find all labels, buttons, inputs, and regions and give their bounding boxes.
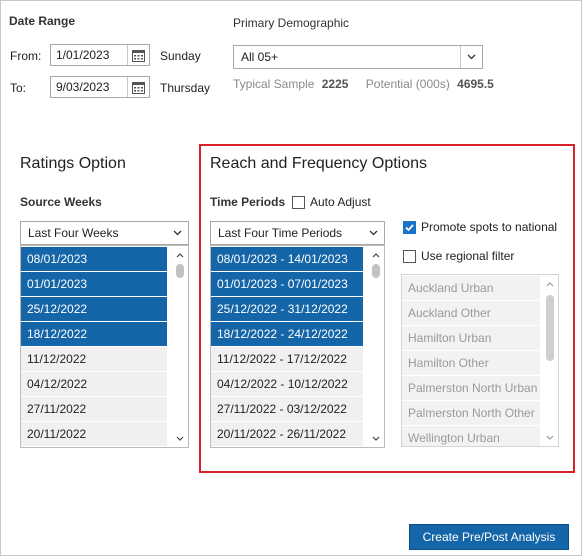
- sample-info: Typical Sample 2225 Potential (000s) 469…: [233, 77, 494, 91]
- time-periods-label: Time Periods: [210, 195, 286, 209]
- chevron-down-icon[interactable]: [460, 46, 482, 68]
- regional-filter-label: Use regional filter: [421, 249, 515, 263]
- period-list-item[interactable]: 20/11/2022 - 26/11/2022: [211, 422, 363, 446]
- region-list-item: Auckland Other: [402, 301, 540, 325]
- region-list-item: Palmerston North Urban: [402, 376, 540, 400]
- period-list-item[interactable]: 04/12/2022 - 10/12/2022: [211, 372, 363, 396]
- week-list-item[interactable]: 18/12/2022: [21, 322, 167, 346]
- region-list-item: Hamilton Urban: [402, 326, 540, 350]
- create-analysis-button[interactable]: Create Pre/Post Analysis: [409, 524, 569, 550]
- to-day: Thursday: [160, 81, 211, 95]
- period-list-item[interactable]: 25/12/2022 - 31/12/2022: [211, 297, 363, 321]
- scroll-down-icon: [543, 430, 557, 444]
- week-list-item[interactable]: 20/11/2022: [21, 422, 167, 446]
- scroll-thumb: [546, 295, 554, 361]
- checkmark-icon: [405, 224, 414, 232]
- promote-national-checkbox[interactable]: [403, 221, 416, 234]
- source-weeks-select[interactable]: Last Four Weeks: [20, 221, 189, 245]
- potential-label: Potential (000s): [365, 77, 450, 91]
- scroll-down-icon[interactable]: [369, 431, 383, 445]
- auto-adjust-checkbox[interactable]: [292, 196, 305, 209]
- week-list-item[interactable]: 27/11/2022: [21, 397, 167, 421]
- period-list-item[interactable]: 18/12/2022 - 24/12/2022: [211, 322, 363, 346]
- regions-list: Auckland Urban Auckland Other Hamilton Urb…: [401, 274, 559, 447]
- time-periods-select[interactable]: Last Four Time Periods: [210, 221, 385, 245]
- region-list-item: Auckland Urban: [402, 276, 540, 300]
- region-list-item: Wellington Urban: [402, 426, 540, 446]
- reach-title: Reach and Frequency Options: [210, 155, 428, 172]
- periods-scrollbar[interactable]: [369, 246, 383, 447]
- time-periods-list[interactable]: 08/01/2023 - 14/01/2023 01/01/2023 - 07/0…: [210, 245, 385, 448]
- calendar-icon[interactable]: [127, 45, 149, 65]
- source-weeks-selected: Last Four Weeks: [28, 226, 119, 240]
- calendar-icon[interactable]: [127, 77, 149, 97]
- demographic-select[interactable]: All 05+: [233, 45, 483, 69]
- scroll-thumb[interactable]: [176, 264, 184, 278]
- period-list-item[interactable]: 27/11/2022 - 03/12/2022: [211, 397, 363, 421]
- scroll-thumb[interactable]: [372, 264, 380, 278]
- period-list-item[interactable]: 11/12/2022 - 17/12/2022: [211, 347, 363, 371]
- source-weeks-label: Source Weeks: [20, 195, 102, 209]
- scroll-up-icon: [543, 277, 557, 291]
- week-list-item[interactable]: 11/12/2022: [21, 347, 167, 371]
- scroll-down-icon[interactable]: [173, 431, 187, 445]
- to-date-value: 9/03/2023: [56, 80, 110, 94]
- chevron-down-icon[interactable]: [362, 222, 384, 244]
- promote-national-label: Promote spots to national: [421, 220, 558, 234]
- scroll-up-icon[interactable]: [369, 248, 383, 262]
- from-date-field[interactable]: 1/01/2023: [50, 44, 150, 66]
- period-list-item[interactable]: 01/01/2023 - 07/01/2023: [211, 272, 363, 296]
- chevron-down-icon[interactable]: [166, 222, 188, 244]
- region-list-item: Hamilton Other: [402, 351, 540, 375]
- demographic-title: Primary Demographic: [233, 16, 350, 30]
- region-list-item: Palmerston North Other: [402, 401, 540, 425]
- regional-filter-checkbox[interactable]: [403, 250, 416, 263]
- demographic-selected: All 05+: [241, 50, 279, 64]
- to-date-field[interactable]: 9/03/2023: [50, 76, 150, 98]
- source-weeks-list[interactable]: 08/01/2023 01/01/2023 25/12/2022 18/12/2022…: [20, 245, 189, 448]
- week-list-item[interactable]: 08/01/2023: [21, 247, 167, 271]
- regions-scrollbar: [543, 275, 557, 446]
- weeks-scrollbar[interactable]: [173, 246, 187, 447]
- from-day: Sunday: [160, 49, 201, 63]
- potential-value: 4695.5: [457, 77, 494, 91]
- to-label: To:: [10, 81, 27, 95]
- week-list-item[interactable]: 04/12/2022: [21, 372, 167, 396]
- date-range-title: Date Range: [9, 14, 76, 28]
- week-list-item[interactable]: 01/01/2023: [21, 272, 167, 296]
- scroll-up-icon[interactable]: [173, 248, 187, 262]
- auto-adjust-label: Auto Adjust: [310, 195, 371, 209]
- from-date-value: 1/01/2023: [56, 48, 110, 62]
- typical-sample-value: 2225: [321, 77, 349, 91]
- from-label: From:: [10, 49, 42, 63]
- period-list-item[interactable]: 08/01/2023 - 14/01/2023: [211, 247, 363, 271]
- week-list-item[interactable]: 25/12/2022: [21, 297, 167, 321]
- typical-sample-label: Typical Sample: [233, 77, 315, 91]
- time-periods-selected: Last Four Time Periods: [218, 226, 343, 240]
- ratings-title: Ratings Option: [20, 155, 126, 172]
